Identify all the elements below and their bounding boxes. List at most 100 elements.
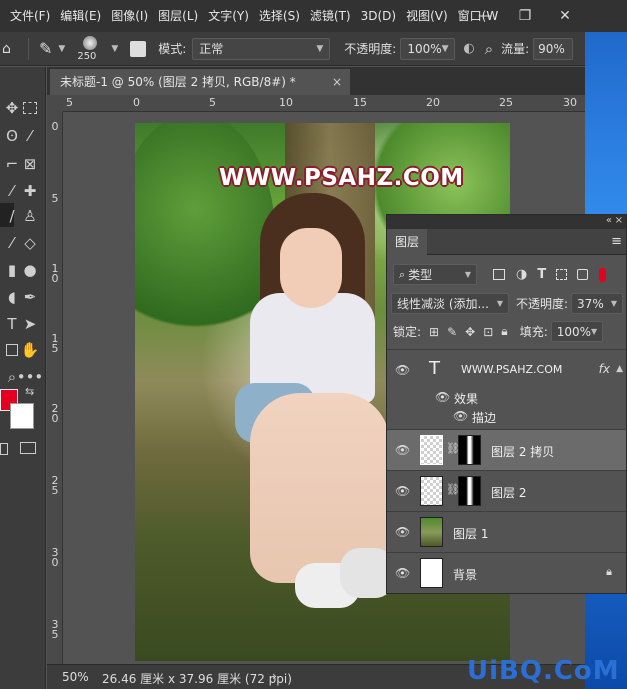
menu-image[interactable]: 图像(I): [101, 0, 148, 32]
layer-thumbnail: [420, 476, 443, 506]
close-tab-button[interactable]: ×: [332, 69, 342, 95]
chevron-down-icon[interactable]: ▼: [58, 44, 65, 54]
lock-artboard-icon[interactable]: ⊡: [483, 325, 493, 339]
visibility-eye-icon[interactable]: 👁︎: [395, 443, 411, 457]
layer-row-text[interactable]: 👁︎ T WWW.PSAHZ.COM fx ▲: [387, 349, 626, 390]
layer-name: WWW.PSAHZ.COM: [461, 363, 563, 376]
lock-icon[interactable]: 🔒︎: [606, 565, 612, 579]
mode-select[interactable]: 正常 ▼: [192, 37, 331, 60]
menu-filter[interactable]: 滤镜(T): [300, 0, 351, 32]
hand-tool-icon[interactable]: ✋: [18, 339, 42, 361]
adjustment-filter-icon[interactable]: ◑: [516, 267, 527, 282]
filter-toggle-icon[interactable]: [599, 267, 607, 282]
panel-menu-icon[interactable]: ≡: [611, 234, 622, 249]
mode-label: 模式:: [158, 42, 187, 56]
effects-eye-icon[interactable]: 👁︎: [435, 390, 450, 404]
layers-panel: « × 图层 ≡ ⌕ 类型 ▼ ◑ T 线性减淡 (添加... ▼ 不透明度: …: [386, 214, 627, 594]
zoom-level[interactable]: 50%: [62, 670, 89, 684]
blend-mode-select[interactable]: 线性减淡 (添加... ▼: [391, 293, 509, 314]
screen-mode-icon[interactable]: [20, 442, 36, 454]
chevron-down-icon: ▼: [496, 299, 503, 308]
layer-thumbnail: [420, 558, 443, 588]
blur-tool-icon[interactable]: ●: [18, 259, 42, 281]
chevron-down-icon: ▼: [610, 299, 618, 308]
opacity-input[interactable]: 100% ▼: [400, 37, 456, 60]
visibility-eye-icon[interactable]: 👁︎: [395, 484, 411, 498]
document-tab-title: 未标题-1 @ 50% (图层 2 拷贝, RGB/8#) *: [60, 75, 296, 89]
brush-tool-icon[interactable]: ✎: [39, 39, 52, 58]
clone-stamp-tool-icon[interactable]: ♙: [18, 205, 42, 227]
chevron-down-icon: ▼: [316, 43, 324, 54]
pen-tool-icon[interactable]: ✒: [18, 286, 42, 308]
search-icon[interactable]: ⌕: [485, 40, 493, 58]
smart-object-filter-icon[interactable]: [577, 269, 589, 280]
brush-preset-picker[interactable]: 250: [77, 34, 111, 64]
menu-view[interactable]: 视图(V): [396, 0, 448, 32]
ruler-origin[interactable]: [47, 95, 63, 112]
layer-row-background[interactable]: 👁︎ 背景 🔒︎: [387, 552, 626, 593]
document-tab[interactable]: 未标题-1 @ 50% (图层 2 拷贝, RGB/8#) * ×: [50, 69, 350, 95]
tools-panel: ✥ ʘ ⁄ ⌐ ⊠ ⁄ ✚ / ♙ ⁄ ◇ ▮ ● ◖ ✒ T ➤ ✋ ⌕ ••…: [0, 67, 46, 689]
tab-layers[interactable]: 图层: [387, 229, 427, 255]
status-menu-arrow[interactable]: ›: [272, 669, 277, 683]
layer-row-layer2-copy[interactable]: 👁︎ ⛓ 图层 2 拷贝: [387, 429, 626, 470]
stroke-effect-label[interactable]: 描边: [472, 409, 496, 426]
layer-name: 图层 2 拷贝: [491, 445, 555, 459]
flow-input[interactable]: 90%: [533, 37, 574, 60]
collapse-panel-icon[interactable]: «: [606, 215, 612, 226]
lock-fill-row: 锁定: ⊞ ✎ ✥ ⊡ 🔒︎ 填充: 100% ▼: [387, 321, 626, 342]
layer-row-layer1[interactable]: 👁︎ 图层 1: [387, 511, 626, 552]
lock-transparent-icon[interactable]: ⊞: [429, 325, 439, 339]
shape-filter-icon[interactable]: [556, 269, 568, 280]
path-selection-tool-icon[interactable]: ➤: [18, 313, 42, 335]
menu-file[interactable]: 文件(F): [0, 0, 50, 32]
menu-type[interactable]: 文字(Y): [198, 0, 249, 32]
menu-select[interactable]: 选择(S): [249, 0, 300, 32]
collapse-effects-icon[interactable]: ▲: [616, 364, 623, 374]
opacity-value: 100%: [407, 41, 442, 56]
marquee-tool-icon[interactable]: [18, 97, 42, 119]
fill-input[interactable]: 100% ▼: [550, 321, 603, 342]
visibility-eye-icon[interactable]: 👁︎: [395, 363, 411, 377]
pressure-opacity-icon[interactable]: ◐: [463, 41, 474, 56]
layer-effects-icon[interactable]: fx: [599, 362, 610, 376]
opacity-label: 不透明度:: [344, 42, 397, 56]
home-icon[interactable]: ⌂: [2, 41, 22, 57]
background-color-swatch[interactable]: [10, 403, 34, 429]
lock-pixels-icon[interactable]: ✎: [447, 325, 457, 339]
panel-title-bar[interactable]: « ×: [387, 215, 626, 229]
chevron-down-icon: ▼: [441, 43, 449, 54]
quick-mask-icon[interactable]: [0, 443, 8, 455]
healing-brush-tool-icon[interactable]: ✚: [18, 180, 42, 202]
swap-colors-icon[interactable]: ⇆: [25, 385, 34, 398]
pixel-filter-icon[interactable]: [493, 269, 505, 280]
layer-mask-thumbnail[interactable]: [458, 476, 481, 506]
chevron-down-icon[interactable]: ▼: [111, 44, 118, 54]
horizontal-ruler[interactable]: 5 0 5 10 15 20 25 30: [63, 95, 585, 112]
layer-row-layer2[interactable]: 👁︎ ⛓ 图层 2: [387, 470, 626, 511]
vertical-ruler[interactable]: 0 5 1 0 1 5 2 0 2 5 3 0 3 5: [47, 112, 63, 664]
visibility-eye-icon[interactable]: 👁︎: [395, 525, 411, 539]
restore-button[interactable]: ❐: [505, 0, 545, 32]
type-filter-icon[interactable]: T: [537, 267, 546, 282]
close-window-button[interactable]: ✕: [545, 0, 585, 32]
layer-mask-thumbnail[interactable]: [458, 435, 481, 465]
close-panel-icon[interactable]: ×: [615, 215, 623, 226]
ruler-tick-label: 10: [279, 96, 293, 109]
minimize-button[interactable]: —: [465, 0, 505, 32]
visibility-eye-icon[interactable]: 👁︎: [395, 566, 411, 580]
magic-wand-tool-icon[interactable]: ⁄: [18, 125, 42, 147]
stroke-eye-icon[interactable]: 👁︎: [453, 409, 468, 423]
layer-filter-select[interactable]: ⌕ 类型 ▼: [393, 264, 477, 285]
brush-settings-icon[interactable]: [130, 40, 147, 57]
lock-all-icon[interactable]: 🔒︎: [501, 324, 507, 339]
lock-position-icon[interactable]: ✥: [465, 325, 475, 339]
menu-layer[interactable]: 图层(L): [148, 0, 198, 32]
menu-3d[interactable]: 3D(D): [351, 0, 396, 32]
menu-edit[interactable]: 编辑(E): [50, 0, 101, 32]
ruler-tick-label: 5: [66, 96, 73, 109]
layer-opacity-input[interactable]: 37% ▼: [571, 293, 624, 314]
frame-tool-icon[interactable]: ⊠: [18, 153, 42, 175]
eraser-tool-icon[interactable]: ◇: [18, 232, 42, 254]
ruler-tick-label: 0: [51, 120, 59, 133]
